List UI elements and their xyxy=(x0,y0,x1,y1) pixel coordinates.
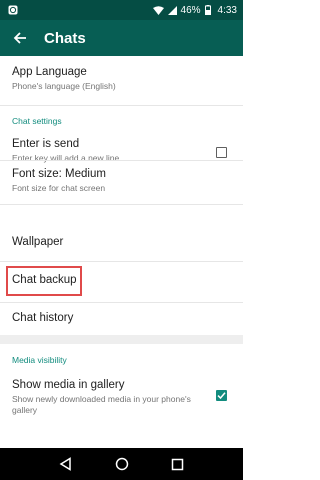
show-media-checkbox[interactable] xyxy=(216,390,227,401)
chat-history-title: Chat history xyxy=(12,312,74,324)
divider xyxy=(0,204,243,205)
media-visibility-header: Media visibility xyxy=(12,355,67,365)
enter-is-send-checkbox[interactable] xyxy=(216,147,227,158)
app-language-item[interactable]: App Language Phone's language (English) xyxy=(0,66,243,102)
divider xyxy=(0,302,243,303)
enter-is-send-subtitle: Enter key will add a new line xyxy=(12,153,120,163)
square-recents-icon xyxy=(171,458,184,470)
wallpaper-title: Wallpaper xyxy=(12,236,64,248)
checkmark-icon xyxy=(217,392,226,400)
font-size-title: Font size: Medium xyxy=(12,168,106,180)
battery-icon xyxy=(204,5,211,15)
page-title: Chats xyxy=(44,29,86,47)
chat-history-item[interactable]: Chat history xyxy=(0,312,243,332)
nav-back-button[interactable] xyxy=(59,457,73,471)
arrow-back-icon xyxy=(13,32,26,44)
show-media-item[interactable]: Show media in gallery Show newly downloa… xyxy=(0,379,243,423)
battery-percent: 46% xyxy=(180,4,201,16)
circle-home-icon xyxy=(115,457,129,471)
app-language-title: App Language xyxy=(12,66,87,78)
divider xyxy=(0,261,243,262)
chat-settings-header: Chat settings xyxy=(12,116,62,126)
status-time: 4:33 xyxy=(217,4,237,16)
divider xyxy=(0,105,243,106)
triangle-back-icon xyxy=(59,457,71,471)
settings-list: App Language Phone's language (English) … xyxy=(0,56,243,448)
section-separator xyxy=(0,335,243,344)
app-bar: Chats xyxy=(0,20,243,56)
app-language-subtitle: Phone's language (English) xyxy=(12,81,116,91)
wifi-icon xyxy=(152,5,164,15)
nav-recents-button[interactable] xyxy=(171,458,184,471)
show-media-subtitle: Show newly downloaded media in your phon… xyxy=(12,394,191,415)
navigation-bar xyxy=(0,448,243,480)
font-size-item[interactable]: Font size: Medium Font size for chat scr… xyxy=(0,168,243,202)
back-button[interactable] xyxy=(0,20,40,56)
whatsapp-notification-icon xyxy=(8,5,18,15)
show-media-title: Show media in gallery xyxy=(12,379,125,391)
nav-home-button[interactable] xyxy=(115,457,129,471)
wallpaper-item[interactable]: Wallpaper xyxy=(0,236,243,256)
enter-is-send-title: Enter is send xyxy=(12,138,80,150)
chat-backup-highlight xyxy=(6,266,82,296)
enter-is-send-item[interactable]: Enter is send Enter key will add a new l… xyxy=(0,138,243,172)
cellular-signal-icon xyxy=(167,5,177,15)
font-size-subtitle: Font size for chat screen xyxy=(12,183,106,193)
status-bar: 46% 4:33 xyxy=(0,0,243,20)
